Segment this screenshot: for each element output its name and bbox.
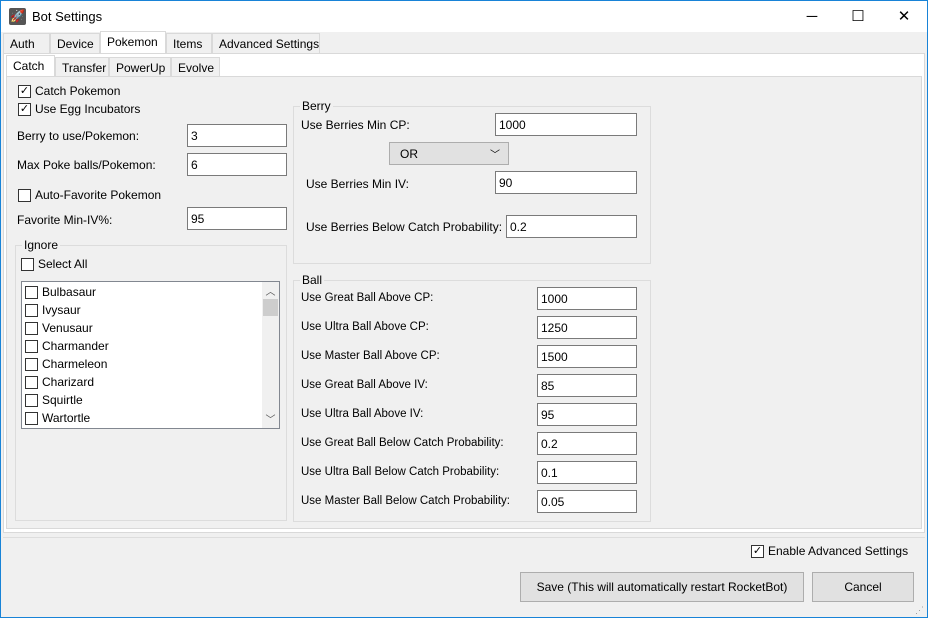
minimize-button[interactable]: ─ [789,1,835,32]
ball-setting-label: Use Great Ball Below Catch Probability: [301,437,504,449]
max-pokeballs-label: Max Poke balls/Pokemon: [17,158,156,172]
checkbox-box [21,257,34,271]
berry-operator-value: OR [400,147,418,161]
tab-transfer[interactable]: Transfer [55,57,109,77]
checkbox-box [25,411,38,425]
resize-grip-icon[interactable]: ⋰ [915,605,924,616]
divider [3,537,925,538]
title-bar: 🚀 Bot Settings ─ ☐ ✕ [1,1,927,32]
ball-setting-input[interactable]: 1500 [537,345,637,368]
cancel-button[interactable]: Cancel [812,572,914,602]
pokemon-list-item[interactable]: Bulbasaur [22,283,279,301]
ball-setting-label: Use Ultra Ball Above CP: [301,321,429,333]
pokemon-name: Charmander [42,339,109,353]
berries-below-prob-input[interactable] [506,215,637,238]
auto-favorite-checkbox[interactable]: Auto-Favorite Pokemon [18,188,161,202]
pokemon-name: Squirtle [42,393,83,407]
pokemon-list-item[interactable]: Charizard [22,373,279,391]
ignore-group-title: Ignore [22,238,61,252]
tab-device[interactable]: Device [50,33,100,53]
checkbox-box [25,321,38,335]
ball-setting-label: Use Ultra Ball Below Catch Probability: [301,466,500,478]
pokemon-name: Venusaur [42,321,93,335]
use-egg-incubators-checkbox[interactable]: ✓ Use Egg Incubators [18,102,140,116]
berries-min-cp-input[interactable] [495,113,637,136]
scrollbar-thumb[interactable] [263,299,278,316]
tab-auth[interactable]: Auth [3,33,50,53]
ball-setting-label: Use Ultra Ball Above IV: [301,408,424,420]
tab-evolve[interactable]: Evolve [171,57,220,77]
maximize-button[interactable]: ☐ [835,1,881,32]
berries-min-iv-label: Use Berries Min IV: [306,177,409,191]
save-button[interactable]: Save (This will automatically restart Ro… [520,572,804,602]
checkbox-box [25,375,38,389]
ball-setting-input[interactable]: 1250 [537,316,637,339]
pokemon-list-item[interactable]: Wartortle [22,409,279,427]
enable-advanced-settings-checkbox[interactable]: ✓ Enable Advanced Settings [751,544,908,558]
pokemon-name: Charizard [42,375,95,389]
rocket-app-icon: 🚀 [9,8,26,25]
pokemon-list-item[interactable]: Venusaur [22,319,279,337]
berries-min-cp-label: Use Berries Min CP: [301,118,410,132]
berry-operator-select[interactable]: OR ﹀ [389,142,509,165]
tab-powerup[interactable]: PowerUp [109,57,171,77]
ball-setting-label: Use Great Ball Above CP: [301,292,434,304]
ball-setting-label: Use Master Ball Above CP: [301,350,440,362]
berry-per-pokemon-input[interactable] [187,124,287,147]
ball-setting-input[interactable]: 0.05 [537,490,637,513]
check-icon: ✓ [18,102,31,116]
tab-pokemon[interactable]: Pokemon [100,31,166,53]
check-icon: ✓ [18,84,31,98]
pokemon-name: Charmeleon [42,357,108,371]
use-egg-label: Use Egg Incubators [35,102,141,116]
checkbox-box [25,285,38,299]
window-title: Bot Settings [32,9,103,24]
berry-per-pokemon-label: Berry to use/Pokemon: [17,129,140,143]
auto-favorite-label: Auto-Favorite Pokemon [35,188,162,202]
ball-setting-input[interactable]: 95 [537,403,637,426]
check-icon: ✓ [751,544,764,558]
pokemon-name: Ivysaur [42,303,81,317]
enable-advanced-label: Enable Advanced Settings [768,544,909,558]
pokemon-name: Bulbasaur [42,285,97,299]
select-all-checkbox[interactable]: Select All [21,257,87,271]
select-all-label: Select All [38,257,88,271]
pokemon-name: Wartortle [42,411,91,425]
pokemon-list-item[interactable]: Squirtle [22,391,279,409]
list-scrollbar[interactable]: ︿ ﹀ [262,282,279,428]
ball-setting-input[interactable]: 85 [537,374,637,397]
chevron-down-icon: ﹀ [490,150,500,161]
scroll-up-icon[interactable]: ︿ [262,283,279,298]
pokemon-list-item[interactable]: Ivysaur [22,301,279,319]
catch-pokemon-label: Catch Pokemon [35,84,121,98]
close-button[interactable]: ✕ [881,1,927,32]
ball-setting-label: Use Master Ball Below Catch Probability: [301,495,510,507]
checkbox-box [18,188,31,202]
tab-catch[interactable]: Catch [6,55,55,77]
ignore-pokemon-list[interactable]: Bulbasaur Ivysaur Venusaur Charmander Charme… [21,281,280,429]
pokemon-list-item[interactable]: Charmeleon [22,355,279,373]
tab-advanced-settings[interactable]: Advanced Settings [212,33,320,53]
max-pokeballs-input[interactable] [187,153,287,176]
berries-min-iv-input[interactable] [495,171,637,194]
catch-pokemon-checkbox[interactable]: ✓ Catch Pokemon [18,84,120,98]
pokemon-list-item[interactable]: Charmander [22,337,279,355]
ball-group-title: Ball [300,273,325,287]
checkbox-box [25,393,38,407]
checkbox-box [25,339,38,353]
berries-below-prob-label: Use Berries Below Catch Probability: [306,220,503,234]
checkbox-box [25,357,38,371]
ball-setting-label: Use Great Ball Above IV: [301,379,428,391]
ball-setting-input[interactable]: 0.1 [537,461,637,484]
checkbox-box [25,303,38,317]
favorite-min-iv-input[interactable] [187,207,287,230]
ball-setting-input[interactable]: 1000 [537,287,637,310]
favorite-min-iv-label: Favorite Min-IV%: [17,213,113,227]
berry-group-title: Berry [300,99,333,113]
ball-setting-input[interactable]: 0.2 [537,432,637,455]
scroll-down-icon[interactable]: ﹀ [262,411,279,426]
tab-items[interactable]: Items [166,33,212,53]
